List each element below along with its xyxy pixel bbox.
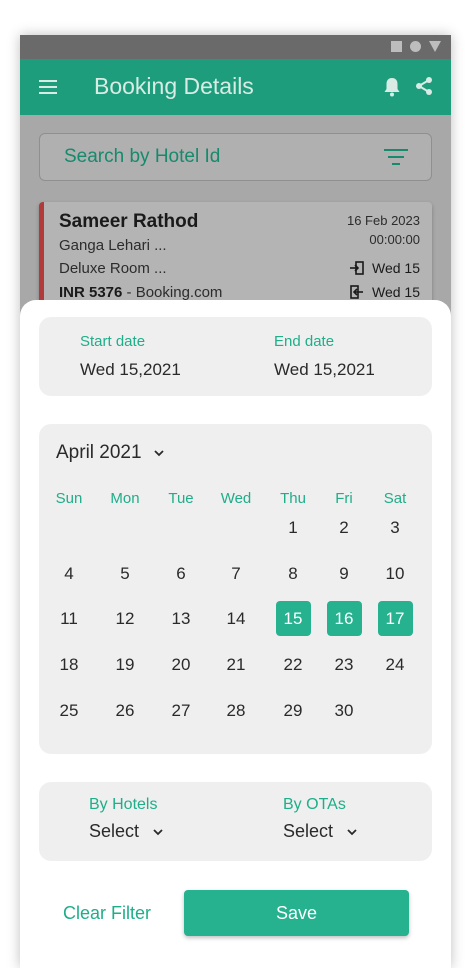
room-type: Deluxe Room ... (59, 260, 167, 277)
calendar-day-5[interactable]: 5 (108, 556, 143, 591)
booking-source: - Booking.com (122, 284, 223, 301)
hotels-select[interactable]: Select (89, 821, 163, 842)
calendar-day-29[interactable]: 29 (276, 693, 311, 728)
booking-time: 00:00:00 (369, 232, 420, 247)
search-placeholder: Search by Hotel Id (64, 146, 221, 167)
calendar-day-25[interactable]: 25 (52, 693, 87, 728)
hotels-filter-label: By Hotels (89, 796, 158, 813)
calendar-day-7[interactable]: 7 (219, 556, 254, 591)
app-bar: Booking Details (20, 59, 451, 115)
weekday-wed: Wed (220, 490, 252, 507)
calendar-day-15[interactable]: 15 (275, 600, 311, 636)
checkin-day: Wed 15 (372, 260, 420, 276)
checkout-day: Wed 15 (372, 284, 420, 300)
clear-filter-button[interactable]: Clear Filter (63, 903, 151, 924)
start-date-label: Start date (80, 333, 146, 350)
status-bar (20, 35, 451, 59)
month-selector[interactable]: April 2021 (56, 442, 164, 464)
calendar-day-6[interactable]: 6 (164, 556, 199, 591)
start-date-value[interactable]: Wed 15,2021 (80, 360, 181, 380)
calendar-day-23[interactable]: 23 (327, 647, 362, 682)
hotels-select-value: Select (89, 821, 140, 841)
hamburger-icon[interactable] (39, 80, 57, 94)
weekday-sun: Sun (55, 490, 83, 507)
calendar-day-26[interactable]: 26 (108, 693, 143, 728)
page-title: Booking Details (94, 73, 254, 99)
booking-date: 16 Feb 2023 (346, 213, 420, 228)
save-button[interactable]: Save (184, 890, 409, 936)
check-out-icon (350, 285, 363, 299)
calendar: April 2021 Sun Mon Tue Wed Thu Fri Sat 1234567… (39, 424, 432, 754)
otas-select-value: Select (283, 821, 334, 841)
share-icon[interactable] (414, 76, 434, 96)
end-date-label: End date (274, 333, 335, 350)
calendar-day-17[interactable]: 17 (377, 600, 413, 636)
calendar-day-1[interactable]: 1 (276, 510, 311, 545)
calendar-day-22[interactable]: 22 (276, 647, 311, 682)
calendar-day-12[interactable]: 12 (108, 601, 143, 636)
search-input[interactable]: Search by Hotel Id (39, 133, 432, 181)
calendar-day-30[interactable]: 30 (327, 693, 362, 728)
chevron-down-icon (153, 450, 164, 457)
otas-filter-label: By OTAs (283, 796, 346, 813)
calendar-day-27[interactable]: 27 (164, 693, 199, 728)
calendar-day-3[interactable]: 3 (378, 510, 413, 545)
price-amount: INR 5376 (59, 284, 123, 301)
month-label: April 2021 (56, 442, 142, 463)
calendar-day-10[interactable]: 10 (378, 556, 413, 591)
calendar-day-9[interactable]: 9 (327, 556, 362, 591)
otas-select[interactable]: Select (283, 821, 357, 842)
status-icons (391, 41, 441, 52)
booking-price: INR 5376 - Booking.com (59, 284, 222, 301)
wifi-icon (410, 41, 421, 52)
device-frame: Booking Details Search by Hotel Id Samee… (20, 35, 451, 968)
battery-icon (429, 41, 441, 52)
weekday-mon: Mon (110, 490, 140, 507)
checkin-row: Wed 15 (350, 260, 420, 276)
calendar-day-19[interactable]: 19 (108, 647, 143, 682)
weekday-tue: Tue (168, 490, 194, 507)
calendar-day-8[interactable]: 8 (276, 556, 311, 591)
bell-icon[interactable] (383, 77, 401, 97)
hotel-name: Ganga Lehari ... (59, 237, 167, 254)
guest-name: Sameer Rathod (59, 211, 199, 232)
end-date-value[interactable]: Wed 15,2021 (274, 360, 375, 380)
filter-icon[interactable] (384, 149, 408, 166)
booking-card[interactable]: Sameer Rathod Ganga Lehari ... Deluxe Ro… (39, 202, 432, 312)
signal-icon (391, 41, 402, 52)
weekday-sat: Sat (383, 490, 407, 507)
weekday-thu: Thu (280, 490, 306, 507)
calendar-day-28[interactable]: 28 (219, 693, 254, 728)
calendar-day-18[interactable]: 18 (52, 647, 87, 682)
calendar-day-16[interactable]: 16 (326, 600, 362, 636)
calendar-day-13[interactable]: 13 (164, 601, 199, 636)
check-in-icon (350, 261, 364, 275)
calendar-day-2[interactable]: 2 (327, 510, 362, 545)
weekday-fri: Fri (335, 490, 353, 507)
calendar-day-24[interactable]: 24 (378, 647, 413, 682)
calendar-day-11[interactable]: 11 (52, 601, 87, 636)
chevron-down-icon (153, 828, 163, 835)
ota-filter-panel: By Hotels Select By OTAs Select (39, 782, 432, 861)
calendar-day-20[interactable]: 20 (164, 647, 199, 682)
chevron-down-icon (347, 828, 357, 835)
checkout-row: Wed 15 (350, 284, 420, 300)
calendar-day-21[interactable]: 21 (219, 647, 254, 682)
date-range-panel: Start date Wed 15,2021 End date Wed 15,2… (39, 317, 432, 396)
calendar-day-14[interactable]: 14 (219, 601, 254, 636)
filter-bottom-sheet: Start date Wed 15,2021 End date Wed 15,2… (20, 300, 451, 968)
calendar-day-4[interactable]: 4 (52, 556, 87, 591)
